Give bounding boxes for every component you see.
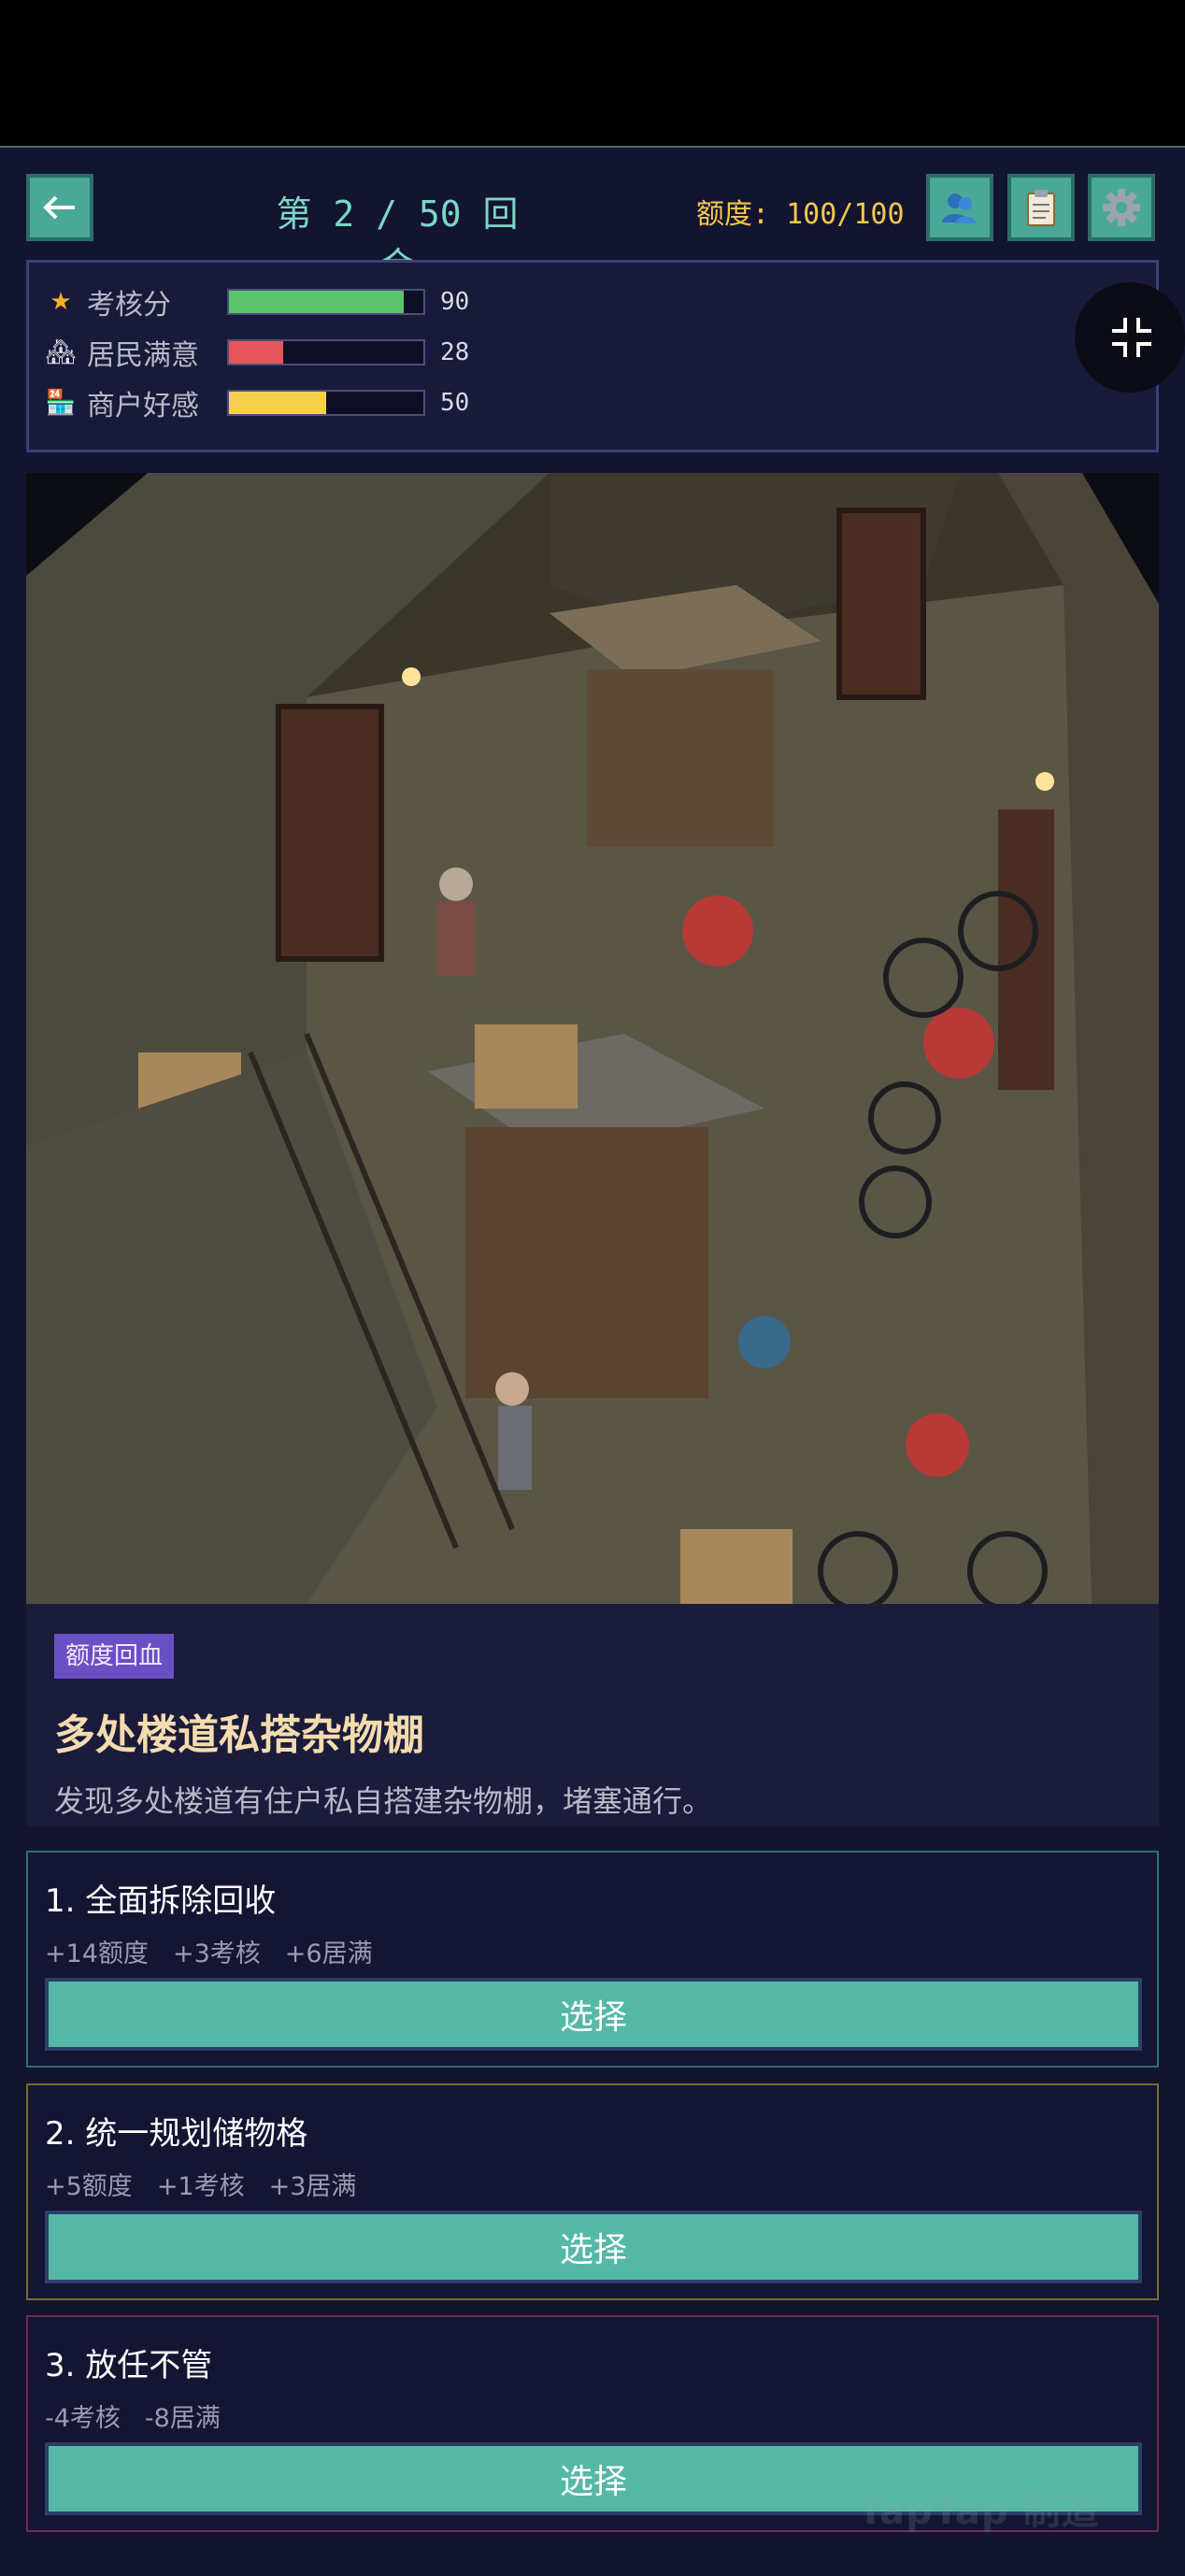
stat-label: 考核分 bbox=[87, 289, 171, 322]
collapse-icon bbox=[1112, 318, 1151, 357]
quota-display: 额度: 100/100 bbox=[696, 198, 905, 231]
clipboard-icon bbox=[1027, 190, 1055, 226]
people-button[interactable] bbox=[926, 174, 993, 241]
gear-icon bbox=[1103, 189, 1140, 226]
house-icon: 🏘 bbox=[45, 338, 77, 366]
tasks-button[interactable] bbox=[1007, 174, 1075, 241]
option-effects: -4考核 -8居满 bbox=[45, 2397, 221, 2434]
effect-score: +3考核 bbox=[172, 1939, 261, 1968]
alley-illustration bbox=[26, 473, 1159, 1604]
stat-bar bbox=[227, 289, 425, 315]
stat-label: 居民满意 bbox=[87, 339, 199, 372]
stat-row-score: ★ 考核分 90 bbox=[44, 283, 470, 322]
event-card: 额度回血 多处楼道私搭杂物棚 发现多处楼道有住户私自搭建杂物棚，堵塞通行。 bbox=[26, 1604, 1159, 1826]
event-scene-image bbox=[26, 473, 1159, 1604]
stat-value: 28 bbox=[440, 338, 470, 366]
effect-residents: -8居满 bbox=[144, 2404, 221, 2433]
event-description: 发现多处楼道有住户私自搭建杂物棚，堵塞通行。 bbox=[54, 1783, 713, 1819]
choose-button-1[interactable]: 选择 bbox=[45, 1978, 1142, 2051]
stats-panel: ★ 考核分 90 🏘 居民满意 28 🏪 商户好感 50 bbox=[26, 260, 1159, 452]
status-bar-area bbox=[0, 0, 1185, 146]
taptap-watermark: TapTap 制造 bbox=[858, 2490, 1100, 2533]
shop-icon: 🏪 bbox=[45, 389, 77, 417]
settings-button[interactable] bbox=[1088, 174, 1155, 241]
event-tag: 额度回血 bbox=[54, 1634, 175, 1679]
stat-bar-fill bbox=[229, 392, 326, 414]
effect-residents: +3居满 bbox=[268, 2172, 357, 2201]
stat-value: 50 bbox=[440, 389, 470, 417]
arrow-left-icon bbox=[43, 195, 75, 220]
back-button[interactable] bbox=[26, 174, 93, 241]
stat-row-residents: 🏘 居民满意 28 bbox=[44, 334, 470, 372]
game-header: 第 2 / 50 回合 额度: 100/100 bbox=[0, 148, 1185, 286]
option-title: 1. 全面拆除回收 bbox=[45, 1882, 277, 1920]
stat-bar bbox=[227, 339, 425, 365]
stat-value: 90 bbox=[440, 288, 470, 316]
stat-bar bbox=[227, 390, 425, 416]
option-title: 3. 放任不管 bbox=[45, 2347, 213, 2384]
people-icon bbox=[942, 193, 977, 223]
stat-bar-fill bbox=[229, 291, 405, 313]
event-title: 多处楼道私搭杂物棚 bbox=[54, 1711, 424, 1759]
effect-quota: +14额度 bbox=[45, 1939, 149, 1968]
star-icon: ★ bbox=[50, 288, 72, 316]
effect-quota: +5额度 bbox=[45, 2172, 133, 2201]
option-card-1: 1. 全面拆除回收 +14额度 +3考核 +6居满 选择 bbox=[26, 1851, 1159, 2068]
choose-button-2[interactable]: 选择 bbox=[45, 2211, 1142, 2283]
option-effects: +14额度 +3考核 +6居满 bbox=[45, 1933, 373, 1969]
option-effects: +5额度 +1考核 +3居满 bbox=[45, 2166, 356, 2202]
option-title: 2. 统一规划储物格 bbox=[45, 2115, 308, 2153]
stat-bar-fill bbox=[229, 341, 284, 364]
option-card-2: 2. 统一规划储物格 +5额度 +1考核 +3居满 选择 bbox=[26, 2083, 1159, 2300]
stat-row-merchants: 🏪 商户好感 50 bbox=[44, 384, 470, 422]
effect-score: +1考核 bbox=[156, 2172, 245, 2201]
stat-label: 商户好感 bbox=[87, 390, 199, 422]
collapse-button[interactable] bbox=[1075, 282, 1185, 393]
effect-score: -4考核 bbox=[45, 2404, 121, 2433]
effect-residents: +6居满 bbox=[284, 1939, 373, 1968]
